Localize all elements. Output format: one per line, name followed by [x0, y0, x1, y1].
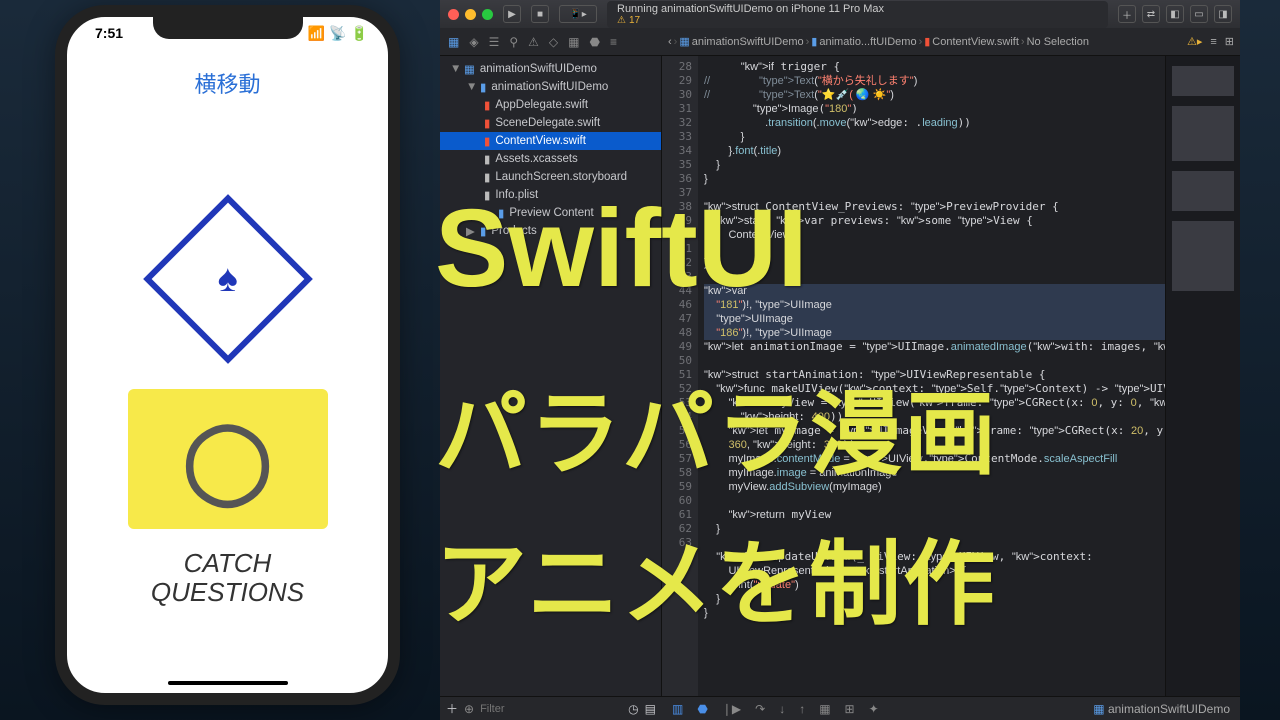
tab-bar: ▦ ◈ ☰ ⚲ ⚠ ◇ ▦ ⬣ ≡ ‹ › ▦ animationSwiftUI… [440, 28, 1240, 56]
issue-nav-icon[interactable]: ⚠ [528, 35, 539, 49]
left-panel-toggle[interactable]: ◧ [1166, 5, 1184, 23]
mouse-glyph: ◯ [183, 413, 273, 506]
toolbar: ▶ ■ 📱▸ Running animationSwiftUIDemo on i… [440, 0, 1240, 28]
minimap[interactable] [1165, 56, 1240, 720]
breadcrumb[interactable]: ‹ › ▦ animationSwiftUIDemo › ▮ animatio.… [662, 35, 1240, 48]
step-in-icon[interactable]: ↓ [779, 702, 785, 716]
nav-products[interactable]: ▶▮Products [440, 222, 661, 240]
nav-appdelegate[interactable]: ▮AppDelegate.swift [440, 96, 661, 114]
ios-simulator: 7:51 📶 📡 🔋 横移動 ♠ ◯ CATCH QUESTIONS [55, 5, 400, 705]
status-icons: 📶 📡 🔋 [308, 25, 368, 42]
issues-icon[interactable]: ⚠▸ [1187, 35, 1202, 48]
memory-icon[interactable]: ⊞ [845, 702, 855, 716]
code-editor[interactable]: "kw">if trigger { // "type">Text("横から失礼し… [698, 56, 1165, 720]
zoom-button[interactable] [482, 9, 493, 20]
debug-bar: ▥ ⬣ ❘▶ ↷ ↓ ↑ ▦ ⊞ ✦ ▦ animationSwiftUIDem… [662, 696, 1240, 720]
breakpoints-icon[interactable]: ⬣ [697, 702, 707, 716]
back-icon[interactable]: ‹ [668, 36, 672, 48]
nav-scenedelegate[interactable]: ▮SceneDelegate.swift [440, 114, 661, 132]
activity-text: Running animationSwiftUIDemo on iPhone 1… [617, 3, 884, 15]
caption-line-1: CATCH [151, 549, 304, 578]
app-title: 横移動 [67, 67, 388, 99]
project-nav-icon[interactable]: ▦ [448, 35, 459, 49]
symbol-nav-icon[interactable]: ☰ [489, 35, 500, 49]
nav-launchscreen[interactable]: ▮LaunchScreen.storyboard [440, 168, 661, 186]
add-button[interactable]: ＋ [1118, 5, 1136, 23]
debug-nav-icon[interactable]: ▦ [568, 35, 579, 49]
navigator-filter-bar: ＋ ⊕ ◷ ▤ [440, 696, 662, 720]
main-body: ▼▦animationSwiftUIDemo ▼▮animationSwiftU… [440, 56, 1240, 720]
warnings-badge[interactable]: ⚠ 17 [617, 15, 1098, 26]
nav-project[interactable]: ▼▦animationSwiftUIDemo [440, 60, 661, 78]
filter-icon: ⊕ [464, 702, 474, 716]
continue-icon[interactable]: ❘▶ [722, 702, 741, 716]
swift-icon: ▮ [924, 35, 930, 48]
debug-status: ▦ animationSwiftUIDemo [1093, 702, 1230, 716]
toolbar-right: ＋ ⇄ ◧ ▭ ◨ [1118, 5, 1232, 23]
find-nav-icon[interactable]: ⚲ [509, 35, 518, 49]
env-icon[interactable]: ✦ [869, 702, 879, 716]
app-content: ♠ ◯ CATCH QUESTIONS [67, 99, 388, 606]
wifi-icon: 📡 [329, 25, 346, 42]
recent-filter-icon[interactable]: ◷ [628, 702, 638, 716]
code-review-button[interactable]: ⇄ [1142, 5, 1160, 23]
caption-text: CATCH QUESTIONS [151, 549, 304, 606]
report-nav-icon[interactable]: ≡ [610, 35, 617, 49]
nav-infoplist[interactable]: ▮Info.plist [440, 186, 661, 204]
bc-file[interactable]: ContentView.swift [932, 36, 1019, 48]
nav-preview[interactable]: ▶▮Preview Content [440, 204, 661, 222]
xcode-window: ▶ ■ 📱▸ Running animationSwiftUIDemo on i… [440, 0, 1240, 720]
filter-input[interactable] [480, 703, 622, 715]
scm-filter-icon[interactable]: ▤ [645, 702, 656, 716]
scheme-button[interactable]: 📱▸ [559, 5, 597, 23]
bc-project[interactable]: animationSwiftUIDemo [692, 36, 804, 48]
test-nav-icon[interactable]: ◇ [549, 35, 558, 49]
diamond-shape: ♠ [143, 194, 313, 364]
line-gutter[interactable]: 28 29 30 31 32 33 34 35 36 37 38 39 40 4… [662, 56, 698, 720]
add-target-icon[interactable]: ＋ [446, 700, 458, 717]
nav-group[interactable]: ▼▮animationSwiftUIDemo [440, 78, 661, 96]
folder-icon: ▮ [811, 35, 817, 48]
source-control-nav-icon[interactable]: ◈ [469, 35, 478, 49]
step-out-icon[interactable]: ↑ [799, 702, 805, 716]
mouse-image: ◯ [128, 389, 328, 529]
close-button[interactable] [448, 9, 459, 20]
right-panel-toggle[interactable]: ◨ [1214, 5, 1232, 23]
caption-line-2: QUESTIONS [151, 578, 304, 607]
home-indicator[interactable] [168, 681, 288, 685]
status-time: 7:51 [95, 25, 123, 42]
notch [153, 17, 303, 39]
spade-icon: ♠ [217, 258, 237, 301]
minimize-button[interactable] [465, 9, 476, 20]
hide-debug-icon[interactable]: ▥ [672, 702, 683, 716]
project-navigator[interactable]: ▼▦animationSwiftUIDemo ▼▮animationSwiftU… [440, 56, 662, 720]
signal-icon: 📶 [308, 25, 325, 42]
breakpoint-nav-icon[interactable]: ⬣ [589, 35, 599, 49]
assistant-icon[interactable]: ⊞ [1225, 35, 1234, 48]
stop-button[interactable]: ■ [531, 5, 549, 23]
navigator-tabs: ▦ ◈ ☰ ⚲ ⚠ ◇ ▦ ⬣ ≡ [440, 35, 662, 49]
bottom-panel-toggle[interactable]: ▭ [1190, 5, 1208, 23]
debug-view-icon[interactable]: ▦ [819, 702, 830, 716]
bc-selection[interactable]: No Selection [1027, 36, 1089, 48]
forward-icon[interactable]: › [674, 36, 678, 48]
battery-icon: 🔋 [351, 25, 368, 42]
nav-assets[interactable]: ▮Assets.xcassets [440, 150, 661, 168]
nav-contentview[interactable]: ▮ContentView.swift [440, 132, 661, 150]
activity-view[interactable]: Running animationSwiftUIDemo on iPhone 1… [607, 1, 1108, 28]
step-over-icon[interactable]: ↷ [755, 702, 765, 716]
project-icon: ▦ [679, 35, 689, 48]
bc-folder[interactable]: animatio...ftUIDemo [819, 36, 916, 48]
window-controls [448, 9, 493, 20]
editor-options-icon[interactable]: ≡ [1210, 36, 1216, 48]
run-button[interactable]: ▶ [503, 5, 521, 23]
